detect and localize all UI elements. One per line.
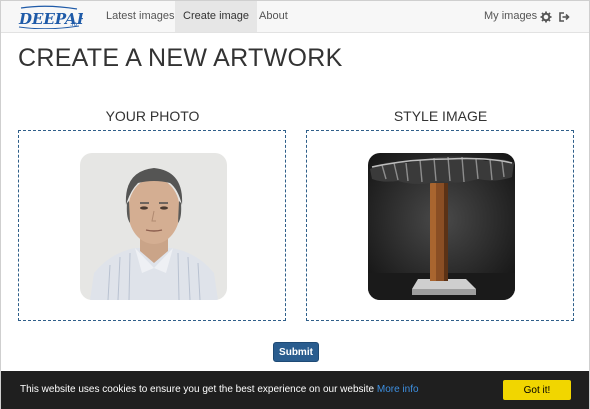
my-images-link[interactable]: My images — [484, 1, 537, 32]
cookie-message-text: This website uses cookies to ensure you … — [20, 384, 419, 395]
cookie-banner: This website uses cookies to ensure you … — [1, 371, 589, 409]
cookie-message: This website uses cookies to ensure you … — [20, 384, 375, 395]
nav-about[interactable]: About — [251, 1, 296, 32]
style-image-heading: STYLE IMAGE — [393, 108, 488, 124]
navbar: DEEPART .io Latest images Create image A… — [1, 1, 589, 33]
style-dropzone[interactable] — [306, 130, 574, 321]
style-thumbnail — [368, 153, 515, 300]
your-photo-heading: YOUR PHOTO — [105, 108, 200, 124]
nav-create-image[interactable]: Create image — [175, 1, 258, 32]
cookie-accept-button[interactable]: Got it! — [503, 380, 571, 400]
deepart-logo[interactable]: DEEPART .io — [17, 5, 102, 30]
more-info-link[interactable]: More info — [377, 384, 419, 395]
nav-latest-images[interactable]: Latest images — [98, 1, 182, 32]
page-title: CREATE A NEW ARTWORK — [18, 44, 343, 72]
gear-icon[interactable] — [540, 10, 552, 23]
logout-icon[interactable] — [558, 10, 570, 22]
photo-dropzone[interactable] — [18, 130, 286, 321]
photo-thumbnail — [80, 153, 227, 300]
submit-button[interactable]: Submit — [273, 342, 319, 362]
